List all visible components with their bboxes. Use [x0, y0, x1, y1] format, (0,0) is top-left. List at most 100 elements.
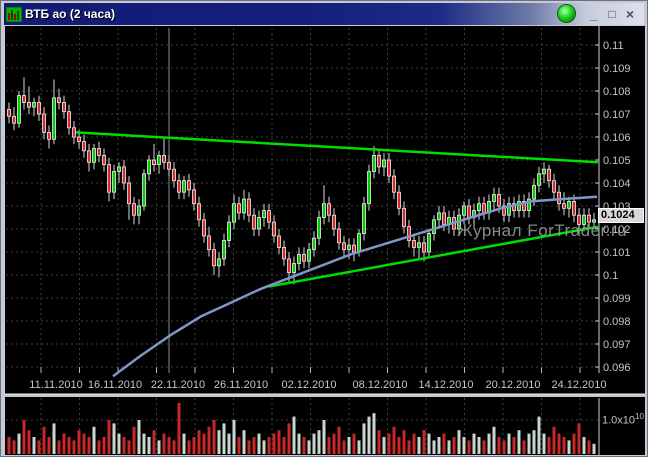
volume-bar: [227, 433, 231, 454]
volume-bar: [467, 440, 471, 454]
volume-bar: [422, 430, 426, 454]
candle-down: [407, 226, 411, 241]
volume-bar: [262, 440, 266, 454]
candle-up: [542, 168, 546, 175]
volume-bar: [7, 437, 11, 454]
candle-down: [192, 189, 196, 205]
candle-up: [257, 217, 261, 230]
volume-bar: [317, 430, 321, 454]
candlestick-app-icon: [6, 6, 22, 22]
candle-up: [137, 205, 141, 216]
candle-down: [77, 136, 81, 142]
volume-bar: [562, 437, 566, 454]
candle-down: [177, 180, 181, 193]
volume-bar: [472, 433, 476, 454]
volume-bar: [347, 437, 351, 454]
volume-scale-label: 1.0x1010: [602, 412, 644, 427]
candle-up: [437, 212, 441, 221]
candle-down: [87, 150, 91, 163]
volume-bar: [277, 430, 281, 454]
volume-bar: [302, 437, 306, 454]
candle-down: [572, 200, 576, 216]
volume-bar: [357, 440, 361, 454]
candle-down: [27, 102, 31, 108]
volume-bar: [477, 437, 481, 454]
candle-up: [117, 166, 121, 172]
volume-bar: [127, 440, 131, 454]
volume-bar: [67, 437, 71, 454]
volume-bar: [247, 440, 251, 454]
date-label: 20.12.2010: [485, 379, 540, 391]
candle-up: [17, 95, 21, 124]
volume-bar: [497, 437, 501, 454]
candle-down: [247, 198, 251, 216]
candle-down: [277, 235, 281, 248]
candle-up: [147, 159, 151, 175]
date-label: 16.11.2010: [88, 379, 142, 391]
candle-down: [82, 141, 86, 152]
candle-up: [312, 237, 316, 251]
close-button[interactable]: ×: [622, 6, 638, 23]
date-label: 26.11.2010: [214, 379, 268, 391]
volume-bar: [577, 423, 581, 454]
minimize-button[interactable]: _: [586, 6, 602, 23]
volume-bar: [522, 440, 526, 454]
price-tick-label: 0.105: [603, 155, 631, 167]
volume-bar: [492, 426, 496, 454]
candle-up: [232, 203, 236, 223]
candle-down: [352, 244, 356, 253]
candle-down: [42, 113, 46, 133]
candle-up: [157, 154, 161, 165]
candle-down: [332, 214, 336, 230]
candlestick-chart-canvas[interactable]: 0.110.1090.1080.1070.1060.1050.1040.1030…: [5, 26, 645, 455]
date-label: 11.11.2010: [29, 379, 82, 391]
candle-down: [387, 159, 391, 177]
candle-down: [72, 127, 76, 138]
candle-down: [252, 214, 256, 230]
candle-down: [327, 203, 331, 216]
volume-bar: [217, 430, 221, 454]
volume-bar: [272, 433, 276, 454]
candle-up: [297, 253, 301, 264]
volume-bar: [442, 433, 446, 454]
volume-bar: [322, 420, 326, 454]
candle-down: [552, 180, 556, 193]
candle-down: [212, 249, 216, 267]
volume-bar: [192, 437, 196, 454]
candle-up: [567, 200, 571, 209]
window-titlebar[interactable]: ВТБ ао (2 часа) _ □ ×: [4, 3, 644, 25]
candle-up: [582, 214, 586, 225]
candle-down: [237, 203, 241, 214]
window-title: ВТБ ао (2 часа): [25, 7, 115, 21]
candle-down: [267, 210, 271, 223]
volume-bar: [532, 430, 536, 454]
candle-down: [587, 214, 591, 223]
volume-bar: [482, 440, 486, 454]
candle-up: [492, 194, 496, 202]
candle-up: [32, 102, 36, 108]
candle-up: [227, 221, 231, 241]
volume-bar: [242, 430, 246, 454]
volume-bar: [407, 440, 411, 454]
candle-down: [132, 203, 136, 216]
price-tick-label: 0.1: [603, 270, 618, 282]
volume-bar: [437, 437, 441, 454]
volume-bar: [197, 430, 201, 454]
volume-bar: [377, 430, 381, 454]
volume-bar: [397, 437, 401, 454]
candle-down: [62, 102, 66, 113]
candle-down: [127, 182, 131, 205]
volume-bar: [582, 437, 586, 454]
volume-bar: [372, 413, 376, 454]
volume-bar: [592, 443, 596, 454]
volume-bar: [132, 426, 136, 454]
candle-down: [482, 203, 486, 214]
volume-bar: [312, 433, 316, 454]
maximize-button[interactable]: □: [604, 6, 620, 23]
candle-down: [287, 258, 291, 274]
candle-up: [537, 173, 541, 186]
volume-bar: [182, 433, 186, 454]
chart-window: ВТБ ао (2 часа) _ □ × 0.11 0.109 0.108 0.10…: [0, 0, 648, 457]
candle-down: [392, 175, 396, 193]
candle-down: [97, 148, 101, 156]
